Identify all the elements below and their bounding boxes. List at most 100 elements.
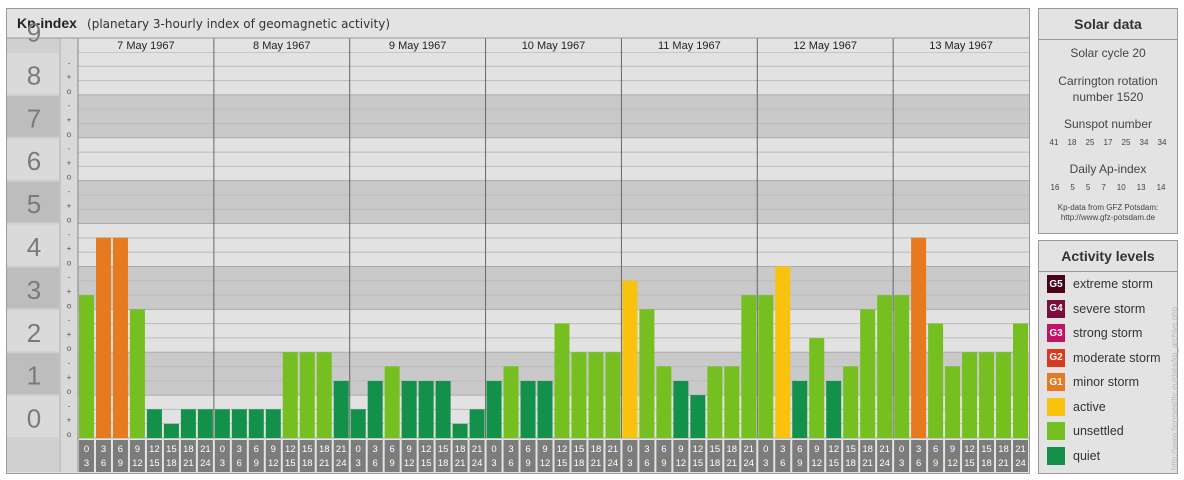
y-minor-label: - [68,316,71,325]
hour-start-label: 21 [472,444,483,455]
hour-start-label: 9 [814,444,819,455]
kp-bar [214,409,230,438]
legend-swatch [1047,397,1065,416]
sunspot-value: 17 [1103,138,1113,147]
hour-end-label: 12 [132,458,143,469]
hour-start-label: 3 [373,444,378,455]
y-minor-label: + [67,201,72,210]
sunspot-value: 25 [1085,138,1095,147]
hour-end-label: 9 [525,458,530,469]
ap-value: 10 [1116,183,1126,192]
kp-bar [775,266,791,438]
hour-end-label: 12 [676,458,687,469]
source-line-2: http://www.gfz-potsdam.de [1060,213,1156,222]
hour-start-label: 9 [542,444,547,455]
hour-start-label: 12 [557,444,568,455]
hour-end-label: 12 [540,458,551,469]
hour-end-label: 6 [916,458,921,469]
hour-start-label: 3 [916,444,921,455]
band-4 [78,223,1029,267]
legend-item: G5 extreme storm [1047,274,1153,294]
y-minor-label: o [67,87,72,96]
kp-bar [894,295,910,438]
band-6 [78,137,1029,181]
legend-item: G2 moderate storm [1047,348,1161,368]
legend-swatch: G1 [1047,373,1065,391]
hour-end-label: 6 [780,458,785,469]
y-minor-label: + [67,73,72,82]
sunspot-value: 18 [1067,138,1077,147]
hour-end-label: 9 [118,458,123,469]
y-minor-label: + [67,115,72,124]
hour-start-label: 12 [828,444,839,455]
y-minor-label: - [68,58,71,67]
y-minor-label: + [67,244,72,253]
kp-bar [537,380,553,438]
hour-start-label: 3 [644,444,649,455]
legend-label: unsettled [1073,424,1124,438]
kp-bar [962,352,978,438]
kp-bar [928,323,944,438]
hour-end-label: 3 [84,458,89,469]
hour-start-label: 18 [998,444,1009,455]
source-line-1: Kp-data from GFZ Potsdam: [1057,203,1159,212]
hour-start-label: 12 [149,444,160,455]
kp-chart-svg: 0123456789o+-o+-o+-o+-o+-o+-o+-o+-o+-7 M… [7,18,1029,472]
hour-start-label: 3 [780,444,785,455]
y-minor-label: - [68,273,71,282]
hour-start-label: 3 [237,444,242,455]
y-minor-label: o [67,173,72,182]
hour-start-label: 18 [727,444,738,455]
y-tick-label: 5 [27,189,41,219]
kp-bar [401,380,417,438]
hour-end-label: 3 [491,458,496,469]
hour-end-label: 9 [254,458,259,469]
hour-start-label: 21 [200,444,211,455]
hour-start-label: 0 [491,444,496,455]
hour-end-label: 3 [763,458,768,469]
hour-start-label: 0 [899,444,904,455]
hour-end-label: 3 [356,458,361,469]
legend-swatch: G3 [1047,324,1065,342]
ap-values: 16 5 5 7 10 13 14 [1039,183,1177,192]
hour-end-label: 9 [797,458,802,469]
hour-start-label: 0 [627,444,632,455]
kp-bar [996,352,1012,438]
hour-end-label: 3 [627,458,632,469]
kp-bar [809,338,825,438]
y-tick-label: 9 [27,18,41,48]
kp-bar [554,323,570,438]
legend-label: moderate storm [1073,350,1161,365]
kp-bar [1013,323,1028,438]
kp-bar [758,295,774,438]
kp-bar [282,352,298,438]
legend-item: quiet [1047,446,1100,466]
solar-data-title: Solar data [1039,9,1177,40]
carrington-line-1: Carrington rotation [1058,74,1158,88]
ap-value: 14 [1156,183,1166,192]
kp-bar [724,366,740,438]
hour-end-label: 24 [200,458,211,469]
day-label: 13 May 1967 [929,40,993,52]
watermark-url: http://www.fieryseattle.eu/data/kp_archi… [1170,306,1179,470]
hour-start-label: 6 [797,444,802,455]
kp-bar [112,237,128,438]
kp-bar [350,409,366,438]
hour-start-label: 12 [421,444,432,455]
hour-start-label: 18 [455,444,466,455]
kp-bar [690,395,706,438]
hour-start-label: 21 [336,444,347,455]
hour-end-label: 12 [947,458,958,469]
band-7 [78,94,1029,138]
hour-start-label: 9 [407,444,412,455]
kp-bar [945,366,961,438]
kp-bar [197,409,213,438]
legend-swatch [1047,446,1065,465]
hour-end-label: 12 [811,458,822,469]
legend-label: minor storm [1073,375,1139,389]
kp-bar [95,237,111,438]
legend-label: quiet [1073,448,1101,463]
sunspot-value: 41 [1049,138,1059,147]
hour-end-label: 24 [1015,458,1026,469]
y-minor-label: - [68,230,71,239]
